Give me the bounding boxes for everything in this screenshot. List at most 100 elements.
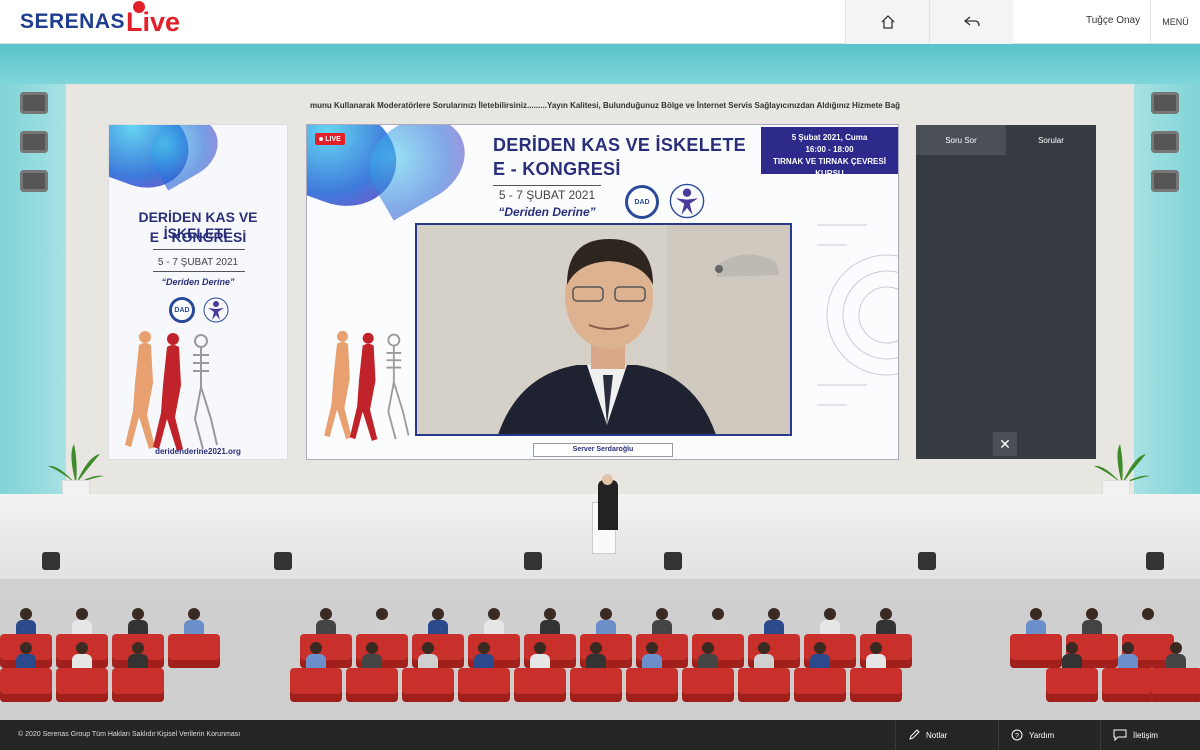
association-logo-icon xyxy=(669,183,705,219)
user-name[interactable]: Tuğçe Onay xyxy=(1086,15,1140,26)
audience-member-head xyxy=(320,608,332,620)
audience-seat xyxy=(850,668,902,702)
audience-seat xyxy=(570,668,622,702)
logo-live-dot xyxy=(133,0,146,13)
screen-tagline: “Deriden Derine” xyxy=(498,205,596,219)
stage-light-icon xyxy=(1146,552,1164,570)
plant-icon xyxy=(48,444,104,484)
dad-logo: DAD xyxy=(169,297,195,323)
association-logo-icon xyxy=(203,297,229,323)
wall-speaker-icon xyxy=(1151,92,1179,114)
help-button[interactable]: ? Yardım xyxy=(998,720,1101,750)
tab-questions[interactable]: Sorular xyxy=(1006,125,1096,155)
session-time: 16:00 - 18:00 xyxy=(805,145,854,154)
audience-seat xyxy=(112,668,164,702)
audience-seat xyxy=(168,634,220,668)
stage-edge xyxy=(0,579,1200,599)
audience-seat xyxy=(290,668,342,702)
audience-member-head xyxy=(1122,642,1134,654)
anatomy-figures xyxy=(125,331,218,451)
help-label: Yardım xyxy=(1029,730,1055,740)
screen-title-line2: E - KONGRESİ xyxy=(493,159,621,179)
audience-seat xyxy=(1150,668,1200,702)
top-bar: SERENAS Live Tuğçe Onay MENÜ xyxy=(0,0,1200,44)
audience-member-head xyxy=(76,642,88,654)
audience-seat xyxy=(0,668,52,702)
audience-member-head xyxy=(478,642,490,654)
wall-speaker-icon xyxy=(20,92,48,114)
wall-speaker-icon xyxy=(1151,131,1179,153)
svg-text:?: ? xyxy=(1015,733,1019,740)
poster-divider xyxy=(153,271,245,272)
tab-ask-question[interactable]: Soru Sor xyxy=(916,125,1006,155)
audience-seat xyxy=(56,668,108,702)
audience-member-head xyxy=(656,608,668,620)
presenter-figure xyxy=(598,480,618,530)
presenter-head xyxy=(602,474,613,485)
audience-seat xyxy=(458,668,510,702)
audience-member-head xyxy=(1170,642,1182,654)
audience-seat xyxy=(402,668,454,702)
audience-member-head xyxy=(814,642,826,654)
footer-bar: © 2020 Serenas Group Tüm Hakları Saklıdı… xyxy=(0,720,1200,750)
speaker-name-tag: Server Serdaroğlu xyxy=(533,443,673,457)
pencil-icon xyxy=(909,729,920,740)
chat-icon xyxy=(1113,729,1127,741)
plant-icon xyxy=(1094,444,1150,484)
audience-seat xyxy=(1010,634,1062,668)
notes-label: Notlar xyxy=(926,730,948,740)
audience-seat xyxy=(514,668,566,702)
serenas-live-logo[interactable]: SERENAS Live xyxy=(20,0,180,40)
audience-member-head xyxy=(534,642,546,654)
audience-member-head xyxy=(376,608,388,620)
audience-member-head xyxy=(768,608,780,620)
audience-member-head xyxy=(590,642,602,654)
audience-seat xyxy=(738,668,790,702)
back-button[interactable] xyxy=(929,0,1013,44)
audience-member-head xyxy=(870,642,882,654)
audience-seat xyxy=(794,668,846,702)
home-button[interactable] xyxy=(845,0,929,44)
circuit-pattern xyxy=(817,224,898,406)
congress-poster: DERİDEN KAS VE İSKELETE E - KONGRESİ 5 -… xyxy=(108,124,288,460)
notes-button[interactable]: Notlar xyxy=(895,720,998,750)
close-icon[interactable]: ✕ xyxy=(993,432,1017,456)
audience-seat xyxy=(346,668,398,702)
audience-member-head xyxy=(366,642,378,654)
contact-label: İletişim xyxy=(1133,730,1158,740)
back-arrow-icon xyxy=(963,16,980,27)
audience-member-head xyxy=(432,608,444,620)
audience-seat xyxy=(1102,668,1154,702)
wall-speaker-icon xyxy=(1151,170,1179,192)
menu-button[interactable]: MENÜ xyxy=(1150,0,1200,44)
live-label: LIVE xyxy=(325,135,341,143)
live-dot-icon xyxy=(319,137,324,141)
audience-member-head xyxy=(600,608,612,620)
poster-tagline: “Deriden Derine” xyxy=(161,277,235,287)
ceiling xyxy=(0,44,1200,84)
audience-member-head xyxy=(824,608,836,620)
speaker-video-frame xyxy=(417,225,790,434)
logo-text-accent: Live xyxy=(126,0,180,38)
audience-member-head xyxy=(20,608,32,620)
speaker-video-feed[interactable] xyxy=(415,223,792,436)
stage-light-icon xyxy=(664,552,682,570)
audience-member-head xyxy=(132,642,144,654)
announcement-ticker: munu Kullanarak Moderatörlere Sorularını… xyxy=(310,101,900,110)
poster-dates: 5 - 7 ŞUBAT 2021 xyxy=(157,257,239,268)
audience-member-head xyxy=(712,608,724,620)
contact-button[interactable]: İletişim xyxy=(1100,720,1200,750)
virtual-auditorium: munu Kullanarak Moderatörlere Sorularını… xyxy=(0,44,1200,720)
anatomy-figures xyxy=(324,330,410,441)
poster-url: deridenderine2021.org xyxy=(155,447,241,456)
live-indicator: LIVE xyxy=(315,133,345,145)
privacy-link[interactable]: Kişisel Verilerin Korunması xyxy=(157,731,240,738)
audience-seat xyxy=(1046,668,1098,702)
qa-panel: Soru Sor Sorular ✕ xyxy=(916,125,1096,459)
poster-title-line2: E - KONGRESİ xyxy=(149,229,247,245)
audience-member-head xyxy=(1030,608,1042,620)
wall-speaker-icon xyxy=(20,170,48,192)
audience-member-head xyxy=(76,608,88,620)
logo-text-main: SERENAS xyxy=(20,10,126,33)
audience-member-head xyxy=(880,608,892,620)
